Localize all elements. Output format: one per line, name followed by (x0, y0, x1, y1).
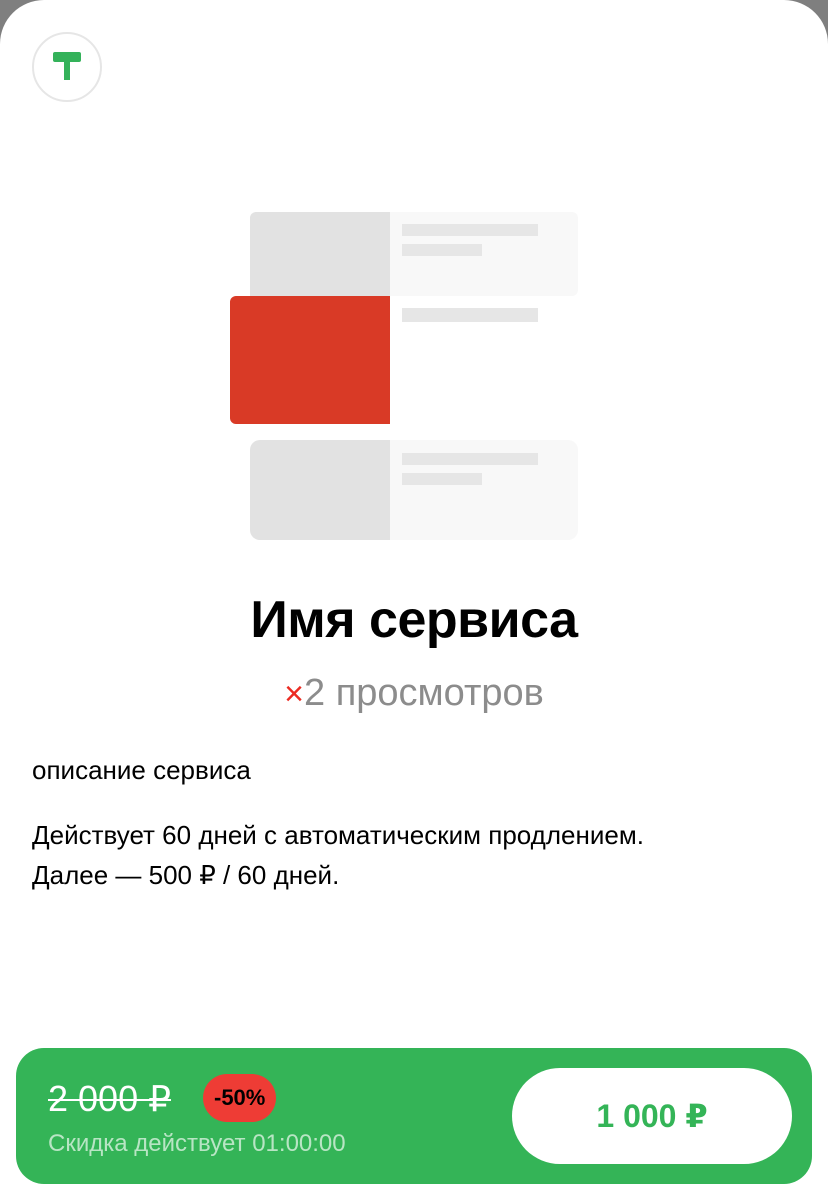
service-illustration (230, 212, 578, 540)
placeholder-card-highlighted (230, 296, 538, 424)
subscription-terms: Действует 60 дней с автоматическим продл… (32, 815, 812, 895)
service-card: Имя сервиса ×2 просмотров описание серви… (0, 0, 828, 1200)
multiplier-sign: × (284, 675, 305, 713)
discount-badge: -50% (203, 1074, 277, 1122)
service-title: Имя сервиса (250, 591, 578, 649)
terms-line-1: Действует 60 дней с автоматическим продл… (32, 820, 644, 850)
terms-line-2: Далее — 500 ₽ / 60 дней. (32, 860, 340, 890)
placeholder-card-top (250, 212, 578, 296)
discount-timer: Скидка действует 01:00:00 (48, 1130, 346, 1157)
views-multiplier: ×2 просмотров (0, 672, 828, 715)
multiplier-text: 2 просмотров (304, 672, 544, 714)
service-description: описание сервиса (32, 755, 251, 785)
placeholder-card-bottom (250, 440, 578, 540)
old-price: 2 000 ₽ (48, 1078, 171, 1119)
buy-button[interactable]: 1 000 ₽ (512, 1068, 792, 1164)
offer-panel: 2 000 ₽ -50% Скидка действует 01:00:00 1… (16, 1048, 812, 1184)
